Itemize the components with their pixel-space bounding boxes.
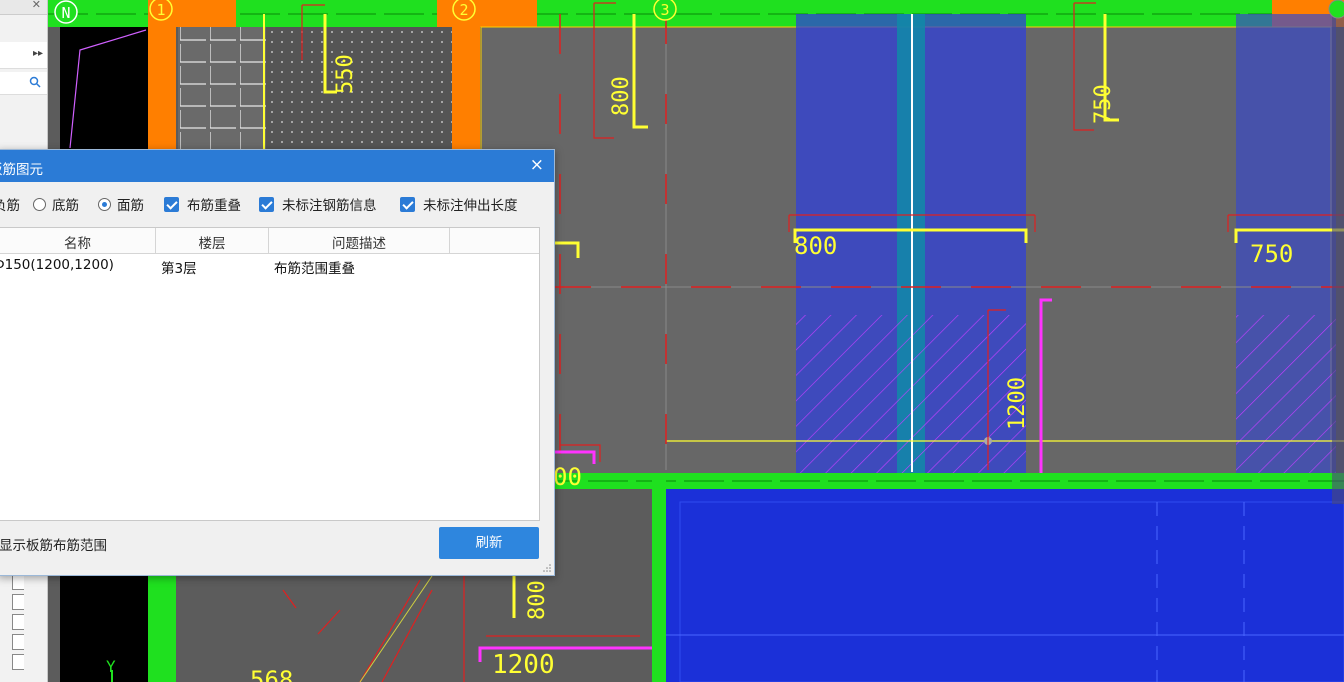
cell-floor: 第3层 (161, 261, 197, 277)
expand-arrows-icon[interactable]: ▸▸ (33, 48, 43, 59)
table-row[interactable]: Φ150(1200,1200) 第3层 布筋范围重叠 (0, 254, 539, 277)
radio-top-label: 面筋 (117, 198, 144, 214)
checkbox-checked[interactable] (259, 196, 274, 212)
dim-1200-low: 1200 (492, 650, 555, 680)
resize-grip-icon[interactable] (543, 564, 551, 572)
checkbox-checked[interactable] (400, 196, 415, 212)
checkbox-unmarked-extension[interactable]: 未标注伸出长度 (400, 194, 518, 214)
checkbox-overlap-label: 布筋重叠 (187, 198, 241, 214)
left-panel-header: ✕ (0, 0, 47, 15)
radio-bottom-rebar[interactable]: 底筋 (33, 194, 79, 214)
dim-800-mid: 800 (794, 232, 837, 260)
column-header-issue[interactable]: 问题描述 (269, 232, 449, 252)
dim-1200-vertical: 1200 (1005, 377, 1030, 430)
dim-750-mid: 750 (1250, 240, 1293, 268)
radio-button[interactable] (33, 197, 46, 211)
axis-label-1: 1 (156, 1, 165, 19)
filter-options: 负筋 底筋 面筋 布筋重叠 未标注钢筋信息 未标注伸出长度 (0, 194, 554, 216)
radio-top-rebar[interactable]: 面筋 (98, 194, 144, 214)
axis-label-3: 3 (660, 1, 669, 19)
dim-00-partial: 00 (553, 463, 582, 491)
checkbox-unmarked-info[interactable]: 未标注钢筋信息 (259, 194, 377, 214)
radio-partial-rebar[interactable]: 负筋 (0, 194, 20, 214)
dialog-title-bar[interactable]: 板筋图元 × (0, 150, 554, 182)
cell-name: Φ150(1200,1200) (0, 257, 114, 273)
checkbox-unmarked-info-label: 未标注钢筋信息 (282, 198, 377, 214)
issue-table: 名称 楼层 问题描述 Φ150(1200,1200) 第3层 布筋范围重叠 (0, 227, 540, 521)
close-icon[interactable]: × (530, 155, 544, 175)
checkbox-checked[interactable] (164, 196, 179, 212)
panel-search-box[interactable] (0, 72, 47, 95)
dim-550: 550 (333, 54, 358, 94)
dim-800-top: 800 (609, 76, 634, 116)
search-icon[interactable] (29, 76, 41, 88)
axis-bubble-n[interactable]: N (54, 0, 78, 24)
checkbox-unmarked-ext-label: 未标注伸出长度 (423, 198, 518, 214)
table-header: 名称 楼层 问题描述 (0, 228, 539, 254)
panel-expand-row[interactable]: ▸▸ (0, 42, 47, 69)
axis-label-n: N (61, 4, 70, 22)
panel-close-icon[interactable]: ✕ (32, 0, 41, 11)
checkbox-overlap[interactable]: 布筋重叠 (164, 194, 241, 214)
list-item[interactable] (12, 634, 24, 650)
list-item[interactable] (12, 614, 24, 630)
axis-bubble-1[interactable]: 1 (149, 0, 173, 21)
cell-issue: 布筋范围重叠 (274, 261, 355, 277)
dim-800-low: 800 (525, 580, 550, 620)
dialog-title: 板筋图元 (0, 162, 43, 178)
list-item[interactable] (12, 594, 24, 610)
svg-text:Y: Y (106, 657, 116, 676)
dim-568-partial: 568 (250, 666, 293, 682)
axis-label-2: 2 (459, 1, 468, 19)
blue-slab-bottom (666, 489, 1344, 682)
refresh-button[interactable]: 刷新 (439, 527, 539, 559)
axis-bubble-2[interactable]: 2 (452, 0, 476, 21)
show-range-label: 显示板筋布筋范围 (0, 538, 107, 554)
list-item[interactable] (12, 574, 24, 590)
panel-list-items (12, 574, 28, 674)
radio-button-selected[interactable] (98, 197, 111, 211)
dim-750-top: 750 (1091, 84, 1116, 124)
radio-bottom-label: 底筋 (52, 198, 79, 214)
column-2 (437, 0, 537, 27)
slab-rebar-check-dialog: 板筋图元 × 负筋 底筋 面筋 布筋重叠 未标注钢筋信息 未标注伸出长度 名称 (0, 149, 555, 576)
hatch-2 (1236, 315, 1336, 475)
column-header-name[interactable]: 名称 (0, 232, 155, 252)
list-item[interactable] (12, 654, 24, 670)
show-range-option[interactable]: 显示板筋布筋范围 (0, 534, 107, 554)
axis-bubble-3[interactable]: 3 (653, 0, 677, 21)
column-header-floor[interactable]: 楼层 (156, 232, 268, 252)
radio-partial-label: 负筋 (0, 198, 20, 214)
